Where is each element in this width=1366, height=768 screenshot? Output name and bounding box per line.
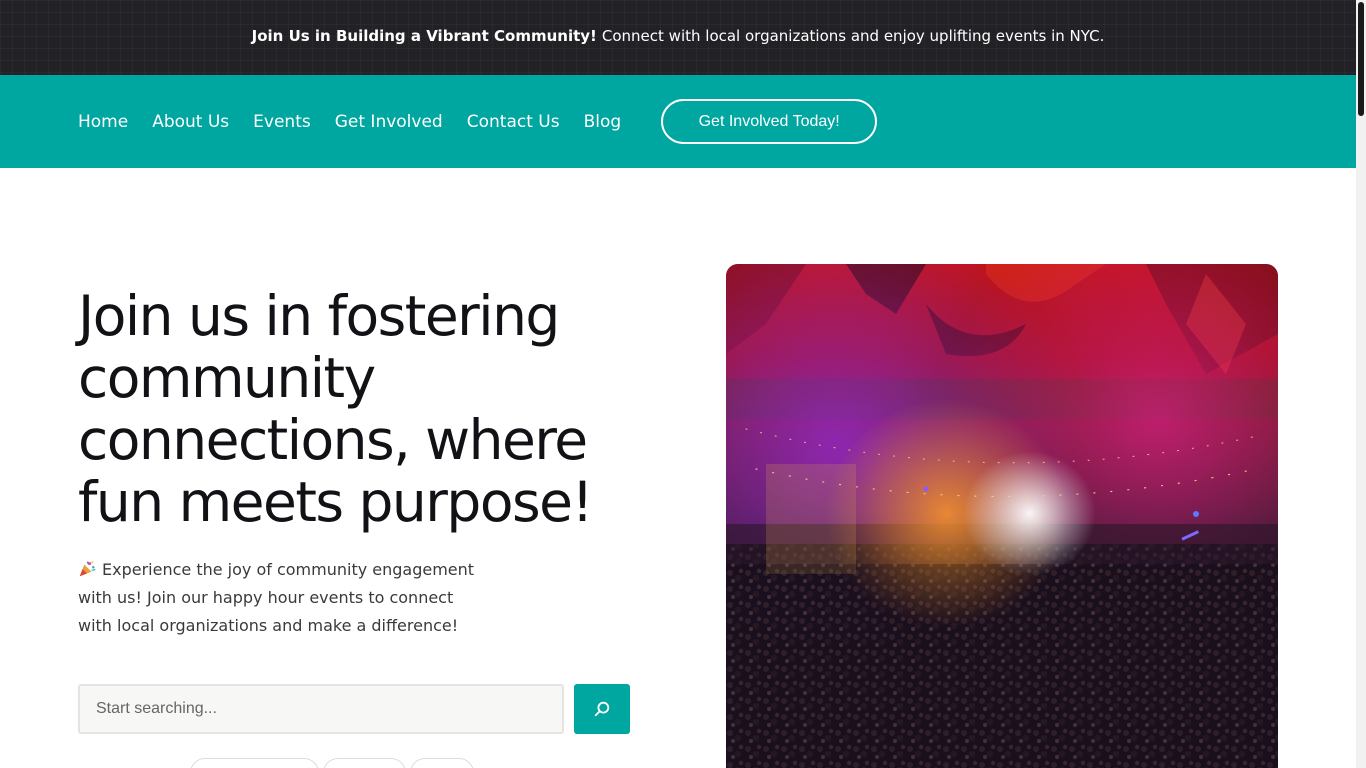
hero-description: Experience the joy of community engageme… (78, 560, 475, 635)
announcement-bar: Join Us in Building a Vibrant Community!… (0, 0, 1356, 75)
nav-link-get-involved[interactable]: Get Involved (335, 112, 443, 132)
nav-link-contact-us[interactable]: Contact Us (467, 112, 560, 132)
announcement-text: Connect with local organizations and enj… (601, 26, 1105, 45)
scrollbar-thumb[interactable] (1358, 2, 1364, 116)
main-navigation: Home About Us Events Get Involved Contac… (0, 75, 1356, 168)
nav-link-about-us[interactable]: About Us (152, 112, 229, 132)
hero-event-photo (726, 264, 1278, 768)
party-popper-icon (79, 561, 96, 577)
hero-title: Join us in fostering community connectio… (78, 284, 594, 534)
nav-link-blog[interactable]: Blog (584, 112, 622, 132)
nav-link-events[interactable]: Events (253, 112, 311, 132)
tag-pill[interactable] (410, 758, 474, 768)
nav-link-home[interactable]: Home (78, 112, 128, 132)
get-involved-today-button[interactable]: Get Involved Today! (661, 99, 878, 144)
search-input[interactable] (78, 684, 564, 734)
announcement-bold: Join Us in Building a Vibrant Community! (251, 26, 597, 45)
tag-pill[interactable] (190, 758, 319, 768)
tag-pill[interactable] (323, 758, 406, 768)
search-button[interactable] (574, 684, 630, 734)
page-scrollbar[interactable] (1356, 0, 1366, 768)
hero-description-paragraph: Experience the joy of community engageme… (78, 556, 478, 640)
search-icon (594, 701, 610, 717)
crowd-photo-illustration (726, 264, 1278, 768)
